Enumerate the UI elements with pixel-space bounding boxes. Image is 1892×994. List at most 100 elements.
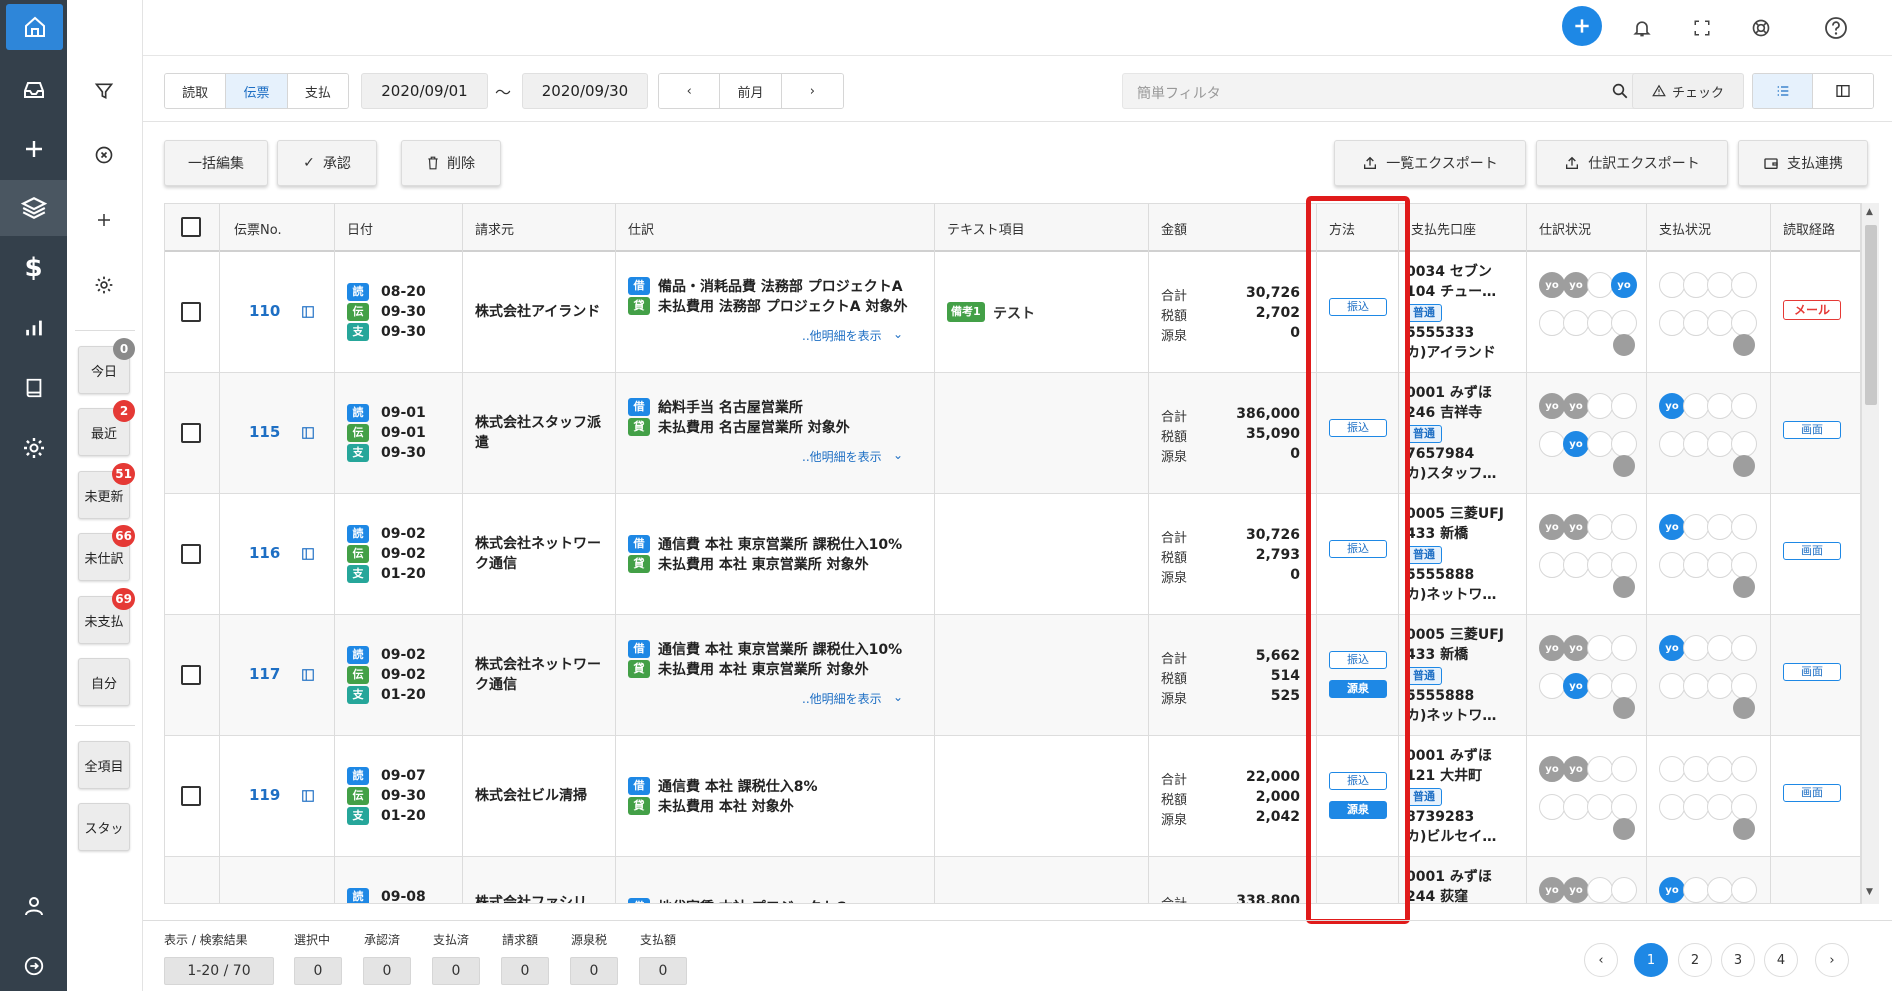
voucher-number-link[interactable]: 110 bbox=[249, 302, 280, 320]
page-button[interactable]: 1 bbox=[1634, 943, 1668, 977]
row-checkbox[interactable] bbox=[181, 544, 201, 564]
account-nav-button[interactable] bbox=[0, 878, 67, 934]
col-text-item[interactable]: テキスト項目 bbox=[947, 204, 1025, 252]
settings-nav-button[interactable] bbox=[0, 420, 67, 476]
select-all-checkbox[interactable] bbox=[181, 217, 201, 237]
table-scrollbar[interactable]: ▲ ▼ bbox=[1861, 203, 1879, 904]
read-route-tag[interactable]: 画面 bbox=[1783, 784, 1841, 802]
payment-nav-button[interactable]: $ bbox=[0, 240, 67, 296]
quick-filter-input[interactable]: 簡単フィルタ bbox=[1122, 73, 1643, 109]
page-button[interactable]: 2 bbox=[1678, 943, 1712, 977]
scroll-down-icon[interactable]: ▼ bbox=[1866, 887, 1873, 897]
support-button[interactable] bbox=[1743, 10, 1779, 46]
export-list-button[interactable]: 一覧エクスポート bbox=[1334, 140, 1526, 186]
filter-settings-button[interactable] bbox=[87, 268, 121, 302]
row-checkbox[interactable] bbox=[181, 786, 201, 806]
bulk-edit-button[interactable]: 一括編集 bbox=[164, 140, 268, 186]
quick-filter-unjournaled[interactable]: 未仕訳 66 bbox=[78, 525, 135, 581]
quick-filter-today[interactable]: 今日 0 bbox=[78, 338, 135, 394]
create-button[interactable] bbox=[1562, 6, 1602, 46]
preview-icon[interactable] bbox=[301, 789, 315, 803]
new-nav-button[interactable] bbox=[0, 121, 67, 177]
col-journal-status[interactable]: 仕訳状況 bbox=[1539, 204, 1591, 252]
col-amount[interactable]: 金額 bbox=[1161, 204, 1187, 252]
read-route-tag[interactable]: 画面 bbox=[1783, 421, 1841, 439]
quick-filter-unpaid[interactable]: 未支払 69 bbox=[78, 588, 135, 644]
status-circle bbox=[1707, 272, 1733, 298]
col-date[interactable]: 日付 bbox=[347, 204, 373, 252]
amount-value: 35,090 bbox=[1245, 426, 1300, 442]
view-staff[interactable]: スタッ bbox=[78, 803, 130, 851]
table-row[interactable]: 115 読 09-01 伝 09-01 支 09-30 株式会社スタッフ派遣 借給料手当 名古屋… bbox=[165, 373, 1860, 494]
book-nav-button[interactable] bbox=[0, 360, 67, 416]
tab-read[interactable]: 読取 bbox=[165, 74, 227, 108]
export-journal-button[interactable]: 仕訳エクスポート bbox=[1536, 140, 1728, 186]
home-nav-button[interactable] bbox=[6, 4, 63, 50]
table-row[interactable]: 116 読 09-02 伝 09-02 支 01-20 株式会社ネットワー ク通信 借通信費 本社… bbox=[165, 494, 1860, 615]
row-checkbox[interactable] bbox=[181, 423, 201, 443]
date-from-input[interactable]: 2020/09/01 bbox=[361, 73, 488, 109]
preview-icon[interactable] bbox=[301, 305, 315, 319]
delete-button[interactable]: 削除 bbox=[401, 140, 501, 186]
row-checkbox[interactable] bbox=[181, 302, 201, 322]
scrollbar-thumb[interactable] bbox=[1865, 225, 1877, 405]
date-to-input[interactable]: 2020/09/30 bbox=[522, 73, 648, 109]
quick-filter-unupdated[interactable]: 未更新 51 bbox=[78, 463, 135, 519]
quick-filter-mine[interactable]: 自分 bbox=[78, 658, 130, 706]
show-more-link[interactable]: ..他明細を表示 bbox=[802, 327, 882, 344]
table-row[interactable]: 119 読 09-07 伝 09-30 支 01-20 株式会社ビル清掃 借通信費 本社 課税仕… bbox=[165, 736, 1860, 857]
show-more-link[interactable]: ..他明細を表示 bbox=[802, 448, 882, 465]
col-journal[interactable]: 仕訳 bbox=[628, 204, 654, 252]
logout-nav-button[interactable] bbox=[0, 938, 67, 994]
view-all-items[interactable]: 全項目 bbox=[78, 741, 130, 789]
clear-filter-button[interactable] bbox=[87, 138, 121, 172]
page-button[interactable]: 3 bbox=[1721, 943, 1755, 977]
tab-voucher[interactable]: 伝票 bbox=[226, 74, 288, 108]
payment-link-button[interactable]: 支払連携 bbox=[1738, 140, 1868, 186]
status-circle bbox=[1659, 431, 1685, 457]
tab-payment[interactable]: 支払 bbox=[287, 74, 348, 108]
report-nav-button[interactable] bbox=[0, 300, 67, 356]
status-circle bbox=[1659, 673, 1685, 699]
check-button[interactable]: チェック bbox=[1632, 73, 1744, 109]
preview-icon[interactable] bbox=[301, 426, 315, 440]
show-more-link[interactable]: ..他明細を表示 bbox=[802, 690, 882, 707]
list-view-button[interactable] bbox=[1753, 74, 1814, 108]
col-vendor[interactable]: 請求元 bbox=[475, 204, 514, 252]
fullscreen-button[interactable] bbox=[1684, 10, 1720, 46]
notifications-button[interactable] bbox=[1624, 10, 1660, 46]
col-payment-status[interactable]: 支払状況 bbox=[1659, 204, 1711, 252]
add-filter-button[interactable] bbox=[87, 203, 121, 237]
col-read-route[interactable]: 読取経路 bbox=[1783, 204, 1835, 252]
voucher-number-link[interactable]: 116 bbox=[249, 544, 280, 562]
page-button[interactable]: 4 bbox=[1764, 943, 1798, 977]
read-route-tag[interactable]: 画面 bbox=[1783, 663, 1841, 681]
help-button[interactable] bbox=[1818, 10, 1854, 46]
inbox-nav-button[interactable] bbox=[0, 62, 67, 118]
split-view-button[interactable] bbox=[1813, 74, 1873, 108]
preview-icon[interactable] bbox=[301, 668, 315, 682]
prev-page-button[interactable]: ‹ bbox=[1584, 943, 1618, 977]
voucher-number-link[interactable]: 115 bbox=[249, 423, 280, 441]
table-row[interactable]: 117 読 09-02 伝 09-02 支 01-20 株式会社ネットワー ク通信 借通信費 本社… bbox=[165, 615, 1860, 736]
prev-button[interactable]: ‹ bbox=[659, 74, 721, 108]
quick-filter-recent[interactable]: 最近 2 bbox=[78, 400, 135, 456]
voucher-number-link[interactable]: 117 bbox=[249, 665, 280, 683]
scroll-up-icon[interactable]: ▲ bbox=[1866, 207, 1873, 217]
read-route-tag[interactable]: 画面 bbox=[1783, 542, 1841, 560]
approve-button[interactable]: ✓ 承認 bbox=[277, 140, 377, 186]
layers-nav-button[interactable] bbox=[0, 180, 67, 236]
filter-button[interactable] bbox=[87, 74, 121, 108]
row-checkbox[interactable] bbox=[181, 665, 201, 685]
journal-text: 未払費用 法務部 プロジェクトA 対象外 bbox=[658, 299, 908, 315]
col-payee-account[interactable]: 支払先口座 bbox=[1411, 204, 1476, 252]
table-row[interactable]: 110 読 08-20 伝 09-30 支 09-30 株式会社アイランド 借備品・消耗品費 法… bbox=[165, 252, 1860, 373]
voucher-number-link[interactable]: 119 bbox=[249, 786, 280, 804]
read-route-tag[interactable]: メール bbox=[1783, 300, 1841, 320]
preview-icon[interactable] bbox=[301, 547, 315, 561]
prev-month-button[interactable]: 前月 bbox=[720, 74, 782, 108]
col-voucher-no[interactable]: 伝票No. bbox=[234, 204, 282, 252]
table-row[interactable]: 読 09-08 株式会社ファシリ 借 地代家賃 本社 プロジェクトC 合計 338,800 0… bbox=[165, 857, 1860, 903]
next-page-button[interactable]: › bbox=[1815, 943, 1849, 977]
next-button[interactable]: › bbox=[781, 74, 843, 108]
